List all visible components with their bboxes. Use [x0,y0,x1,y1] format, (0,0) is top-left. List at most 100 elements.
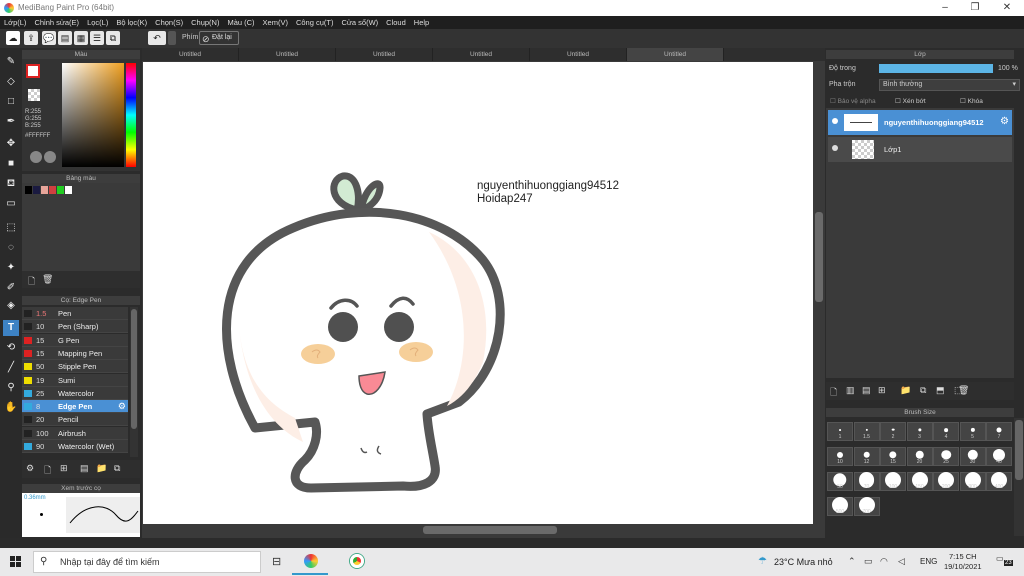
grid-icon[interactable]: ▦ [74,31,88,45]
vertical-scrollbar[interactable] [814,62,824,524]
color-saturation-field[interactable] [62,63,124,167]
color-wheel-icon[interactable] [30,151,42,163]
menu-item[interactable]: Lớp(L) [0,16,30,29]
windows-start-icon[interactable] [10,556,22,568]
wifi-icon[interactable]: ◠ [880,556,888,567]
menu-item[interactable]: Help [410,16,433,29]
duplicate-brush-icon[interactable]: ⧉ [114,463,120,474]
lasso-tool-icon[interactable]: ◌ [3,240,19,256]
list-icon[interactable]: ☰ [90,31,104,45]
brush-size-cell[interactable]: 20 [906,447,933,466]
brush-item[interactable]: 10 Pen (Sharp) [22,320,128,334]
chevron-up-icon[interactable]: ⌃ [848,556,856,567]
network-icon[interactable]: ▭ [864,556,873,567]
fill-rect-tool-icon[interactable]: ■ [3,156,19,172]
brush-list-scroll-thumb[interactable] [131,309,137,429]
palette-swatch[interactable] [25,186,32,194]
magic-wand-tool-icon[interactable]: ✦ [3,260,19,276]
task-view-icon[interactable]: ⊟ [272,555,281,568]
brush-size-cell[interactable]: 2 [880,422,906,441]
brush-size-cell[interactable]: 100 [880,471,906,491]
layer-row[interactable]: Lớp1 [828,137,1012,162]
horizontal-scrollbar[interactable] [143,524,813,536]
brush-list-scrollbar[interactable] [130,307,138,457]
new-layer-icon[interactable]: 🗋 [830,385,837,401]
copy-brush-icon[interactable]: ▤ [80,463,89,474]
save-icon[interactable]: ⇪ [24,31,38,45]
gradient-tool-icon[interactable]: ▭ [3,196,19,212]
menu-item[interactable]: Công cụ(T) [292,16,338,29]
move-tool-icon[interactable]: ✥ [3,136,19,152]
brush-item[interactable]: 100 Airbrush [22,426,128,440]
palette-swatch[interactable] [49,186,56,194]
menu-item[interactable]: Chụp(N) [187,16,223,29]
brush-size-cell[interactable]: 12 [853,447,880,466]
menu-item[interactable]: Bộ lọc(K) [112,16,151,29]
reset-snap-button[interactable]: ⊘ Đặt lại [199,31,239,45]
blend-mode-select[interactable]: Bình thường ▾ [879,79,1020,91]
brush-size-cell[interactable]: 1.5 [853,422,880,441]
bucket-tool-icon[interactable]: ⛾ [3,176,19,192]
palette-swatch[interactable] [41,186,48,194]
menu-item[interactable]: Cửa sổ(W) [337,16,382,29]
brush-item[interactable]: 90 Watercolor (Wet) [22,440,128,453]
hue-slider[interactable] [126,63,136,167]
brush-size-scrollbar[interactable] [1014,418,1024,536]
shape-tool-icon[interactable]: □ [3,94,19,110]
brush-size-cell[interactable]: 15 [880,447,906,466]
add-layer-icon[interactable]: ⊞ [878,385,886,396]
delete-palette-icon[interactable]: 🗑 [42,274,53,285]
brush-size-cell[interactable]: 500 [827,496,853,516]
taskbar-search[interactable]: ⚲ Nhập tại đây để tìm kiếm [33,551,261,573]
brush-size-cell[interactable]: 4 [933,422,959,441]
new-halftone-layer-icon[interactable]: ▥ [846,385,855,396]
chrome-taskbar-icon[interactable] [350,554,364,568]
brush-size-cell[interactable]: 10 [827,447,853,466]
toolbar-menu-icon[interactable] [168,31,176,45]
delete-layer-icon[interactable]: 🗑 [958,385,969,396]
lock-checkbox[interactable]: ☐ Khóa [960,97,983,105]
crop-icon[interactable]: ⧉ [106,31,120,45]
background-color-swatch[interactable] [28,89,40,101]
visibility-icon[interactable] [832,118,838,124]
brush-size-cell[interactable]: 150 [906,471,933,491]
duplicate-layer-icon[interactable]: ⧉ [920,385,926,396]
brush-item[interactable]: 8 Edge Pen ⚙ [22,400,128,414]
new-palette-icon[interactable]: 🗋 [28,274,35,290]
select-pen-tool-icon[interactable]: ✐ [3,280,19,296]
new-brush-icon[interactable]: 🗋 [44,463,51,479]
color-picker-icon[interactable] [44,151,56,163]
opacity-slider[interactable] [879,64,993,73]
brush-settings-icon[interactable]: ⚙ [26,463,34,474]
brush-item[interactable]: 15 G Pen [22,333,128,347]
document-tab[interactable]: Untitled [336,48,433,61]
brush-size-scroll-thumb[interactable] [1015,420,1023,480]
brush-size-cell[interactable]: 7 [986,422,1012,441]
merge-layer-icon[interactable]: ⬒ [936,385,945,396]
menu-item[interactable]: Chỉnh sửa(E) [30,16,83,29]
brush-size-cell[interactable]: 25 [933,447,959,466]
vertical-scroll-thumb[interactable] [815,212,823,302]
medibang-taskbar-icon[interactable] [304,554,318,568]
language-indicator[interactable]: ENG [920,557,937,566]
brush-item[interactable]: 25 Watercolor [22,386,128,400]
gear-icon[interactable]: ⚙ [1000,116,1009,127]
brush-size-cell[interactable]: 50 [827,472,853,491]
brush-size-cell[interactable]: 70 [853,471,880,491]
brush-item[interactable]: 1.5 Pen [22,307,128,320]
weather-text[interactable]: 23°C Mưa nhỏ [774,557,833,567]
brush-item[interactable]: 50 Stipple Pen [22,360,128,374]
menu-item[interactable]: Lọc(L) [83,16,112,29]
clock[interactable]: 7:15 CH 19/10/2021 [944,552,982,572]
comment-icon[interactable]: 💬 [42,31,56,45]
maximize-button[interactable]: ❐ [960,1,990,15]
canvas[interactable]: nguyenthihuonggiang94512 Hoidap247 [143,62,813,524]
add-brush-icon[interactable]: ⊞ [60,463,68,474]
volume-icon[interactable]: ◁ [898,556,905,567]
undo-icon[interactable]: ↶ [148,31,166,45]
brush-size-cell[interactable]: 700 [853,496,880,516]
brush-tool-icon[interactable]: ✎ [3,54,19,70]
brush-size-cell[interactable]: 5 [959,422,986,441]
layer-row[interactable]: nguyenthihuonggiang94512 ⚙ [828,110,1012,135]
eraser-tool-icon[interactable]: ◇ [3,74,19,90]
